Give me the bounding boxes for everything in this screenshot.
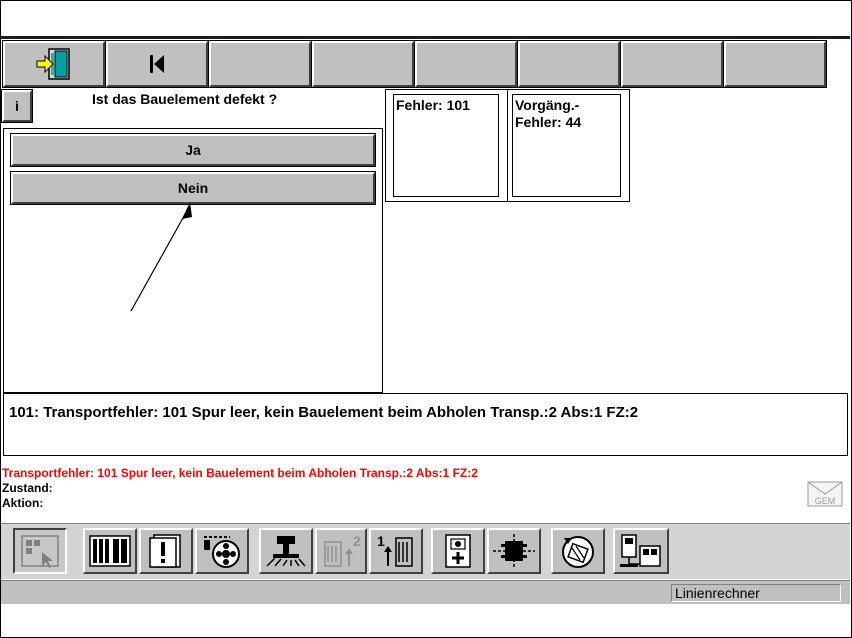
feeder-reel-icon: [204, 536, 240, 568]
current-error-panel: Fehler: 101: [385, 89, 508, 202]
camera-add-button[interactable]: [431, 528, 485, 574]
rotate-button[interactable]: [551, 528, 605, 574]
select-icon: [21, 535, 59, 568]
status-bar: Linienrechner: [1, 580, 850, 604]
gem-mail-icon[interactable]: GEM: [807, 476, 843, 508]
rotate-icon: [562, 536, 594, 568]
statusbar-line-computer-label: Linienrechner: [671, 584, 841, 602]
app-area: i Ist das Bauelement defekt ? Ja Nein Fe…: [1, 36, 850, 604]
magazine-tool-button[interactable]: [83, 528, 137, 574]
camera-add-icon: [445, 534, 471, 568]
feeder-tool-button[interactable]: [195, 528, 249, 574]
exit-button[interactable]: [2, 40, 106, 88]
pointer-arrow: [130, 202, 192, 312]
select-tool-button[interactable]: [13, 528, 67, 574]
line-computer-button[interactable]: [613, 528, 669, 574]
dialog-question: Ist das Bauelement defekt ?: [92, 91, 278, 107]
skip-to-start-button[interactable]: [105, 40, 209, 88]
toolbar-button-4[interactable]: [311, 40, 415, 88]
message-tool-button[interactable]: [139, 528, 193, 574]
toolbar-button-5[interactable]: [414, 40, 518, 88]
zustand-label: Zustand:: [2, 481, 53, 495]
step-1-button[interactable]: 1: [369, 528, 423, 574]
svg-text:2: 2: [353, 533, 361, 549]
status-error-line: Transportfehler: 101 Spur leer, kein Bau…: [2, 466, 478, 480]
component-magazine-icon: [89, 535, 131, 567]
status-area: Transportfehler: 101 Spur leer, kein Bau…: [2, 466, 478, 511]
top-toolbar: [2, 40, 846, 88]
placement-tool-button[interactable]: [259, 528, 313, 574]
toolbar-button-6[interactable]: [517, 40, 621, 88]
current-error-label: Fehler: 101: [396, 97, 470, 113]
previous-error-label-2: Fehler: 44: [515, 114, 582, 130]
choice-panel: Ja Nein: [3, 128, 383, 393]
previous-error-panel: Vorgäng.- Fehler: 44: [507, 89, 630, 202]
toolbar-button-3[interactable]: [208, 40, 312, 88]
toolbar-button-7[interactable]: [620, 40, 724, 88]
error-message-box: 101: Transportfehler: 101 Spur leer, kei…: [3, 393, 848, 456]
svg-text:1: 1: [377, 533, 385, 549]
line-computer-icon: [620, 534, 661, 567]
message-icon: [149, 534, 181, 568]
centering-button[interactable]: [487, 528, 541, 574]
aktion-label: Aktion:: [2, 496, 44, 510]
previous-error-label-1: Vorgäng.-: [515, 97, 580, 113]
gem-label: GEM: [815, 496, 836, 506]
skip-to-start-icon: [150, 55, 164, 73]
step-1-icon: 1: [377, 533, 413, 567]
centering-icon: [493, 534, 535, 568]
toolbar-button-8[interactable]: [723, 40, 827, 88]
placement-head-icon: [266, 536, 306, 567]
bottom-toolbar: 2 1: [1, 523, 850, 579]
exit-door-icon: [36, 48, 70, 80]
info-button[interactable]: i: [1, 89, 33, 123]
step-2-icon: 2: [324, 533, 361, 567]
step-2-button[interactable]: 2: [315, 528, 367, 574]
